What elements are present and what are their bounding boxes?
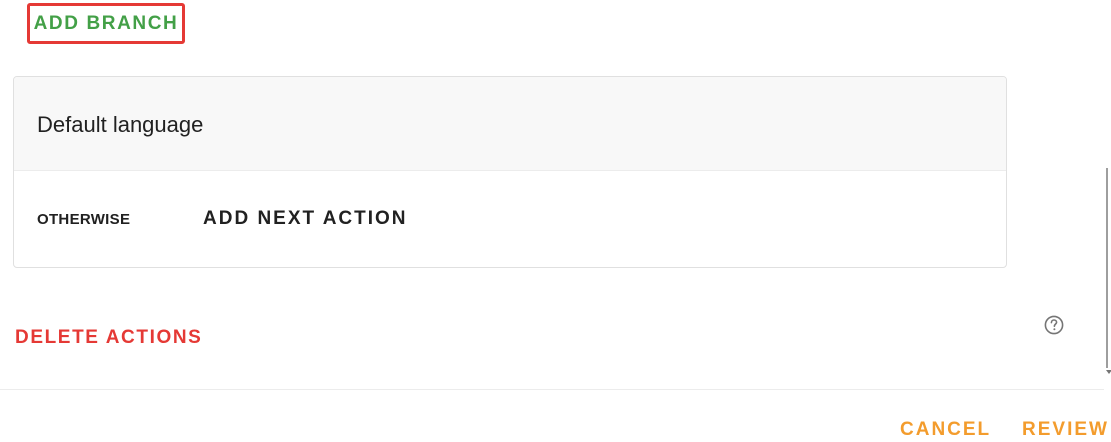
review-button[interactable]: REVIEW <box>1022 419 1109 441</box>
cancel-button[interactable]: CANCEL <box>900 419 991 441</box>
scroll-down-arrow-icon[interactable] <box>1106 370 1111 374</box>
help-circle-icon[interactable] <box>1044 315 1064 335</box>
branch-card-header: Default language <box>14 77 1006 171</box>
actions-editor: ADD BRANCH Default language OTHERWISE AD… <box>0 0 1111 442</box>
branch-card: Default language OTHERWISE ADD NEXT ACTI… <box>13 76 1007 268</box>
scrollbar[interactable] <box>1106 168 1108 368</box>
delete-actions-button[interactable]: DELETE ACTIONS <box>15 327 202 349</box>
add-branch-button[interactable]: ADD BRANCH <box>27 3 185 44</box>
footer-divider <box>0 389 1104 390</box>
add-next-action-button[interactable]: ADD NEXT ACTION <box>203 208 408 230</box>
otherwise-label: OTHERWISE <box>37 211 131 228</box>
branch-card-title: Default language <box>37 112 204 137</box>
